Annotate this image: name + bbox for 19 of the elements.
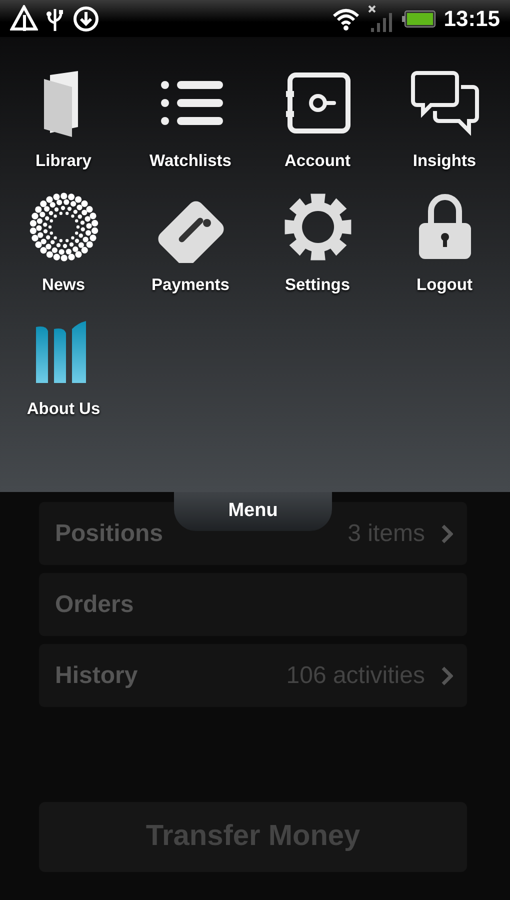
- pull-menu[interactable]: Menu: [174, 492, 332, 531]
- warning-icon: [10, 4, 38, 32]
- wifi-icon: [332, 6, 360, 30]
- menu-item[interactable]: Settings: [254, 190, 381, 298]
- chevron-icon: [441, 666, 453, 686]
- battery-icon: [402, 8, 436, 28]
- clock-time: 13:15: [444, 5, 500, 33]
- menu-item[interactable]: Account: [254, 67, 381, 174]
- menu-item[interactable]: Library: [0, 67, 127, 174]
- menu-item[interactable]: Watchlists: [127, 67, 254, 174]
- dotted-circle-icon: [28, 190, 100, 263]
- menu-item[interactable]: News: [0, 190, 127, 298]
- no-signal-icon: [368, 4, 394, 32]
- chevron-icon: [441, 524, 453, 544]
- menu-item[interactable]: Logout: [381, 190, 508, 298]
- menu-item[interactable]: Insights: [381, 67, 508, 174]
- menu-item[interactable]: Payments: [127, 190, 254, 298]
- menu-item[interactable]: About Us: [0, 314, 127, 422]
- download-icon: [72, 4, 100, 32]
